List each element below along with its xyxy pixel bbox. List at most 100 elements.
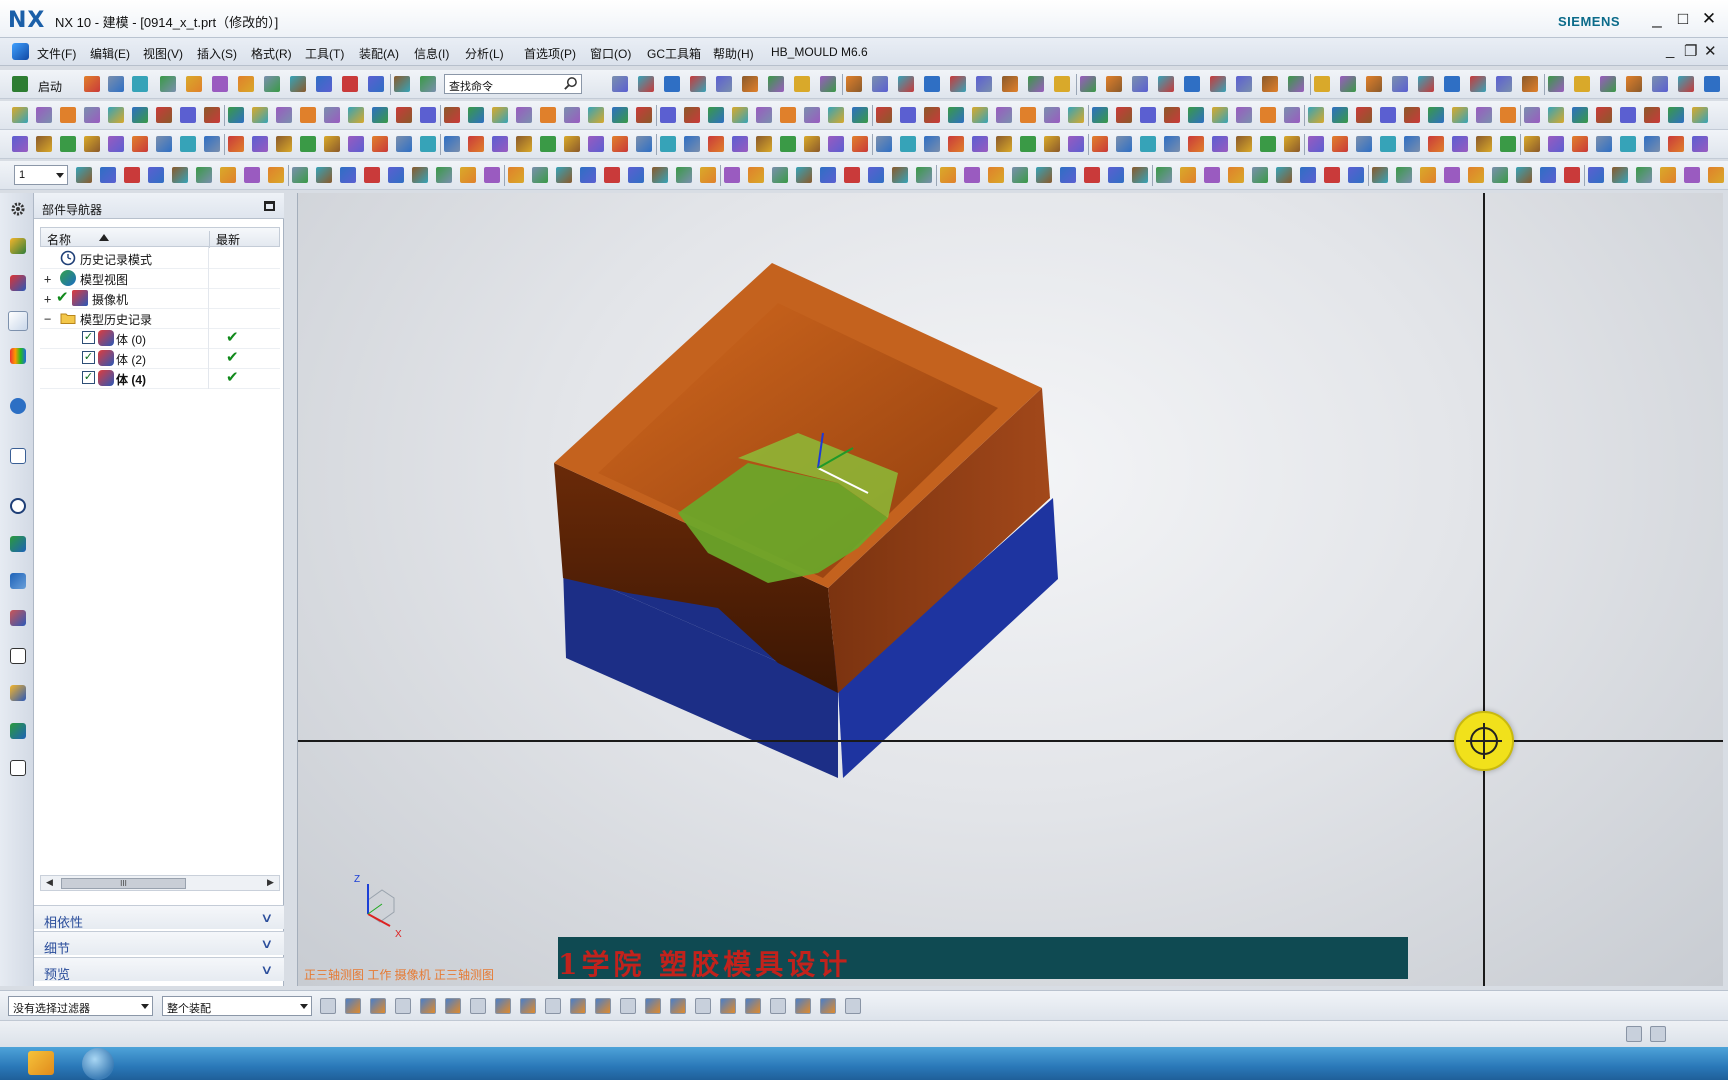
lighting-icon[interactable]	[1156, 167, 1172, 183]
sketch-icon[interactable]	[1452, 107, 1468, 123]
touch-mode-icon[interactable]	[316, 76, 332, 92]
background-icon[interactable]	[892, 167, 908, 183]
navigator-horizontal-scrollbar[interactable]: ◀ III ▶	[40, 875, 280, 891]
lighting-icon[interactable]	[868, 167, 884, 183]
body-icon[interactable]	[1476, 136, 1492, 152]
section-details[interactable]: 细节 ∨	[34, 931, 284, 956]
text-icon[interactable]	[564, 107, 580, 123]
section-view-icon[interactable]	[820, 167, 836, 183]
pad-icon[interactable]	[1158, 76, 1174, 92]
zoom-icon[interactable]	[1540, 167, 1556, 183]
background-icon[interactable]	[1180, 167, 1196, 183]
gear-icon[interactable]	[10, 201, 26, 217]
pocket-icon[interactable]	[820, 76, 836, 92]
revolve-icon[interactable]	[1366, 76, 1382, 92]
menu-information[interactable]: 信息(I)	[414, 45, 449, 62]
block-icon[interactable]	[1548, 76, 1564, 92]
zoom-icon[interactable]	[676, 167, 692, 183]
quadrant-point-icon[interactable]	[495, 998, 511, 1014]
start-button-icon[interactable]	[82, 1048, 114, 1080]
body-icon[interactable]	[1188, 136, 1204, 152]
menu-tools[interactable]: 工具(T)	[305, 45, 344, 62]
point-icon[interactable]	[132, 107, 148, 123]
extrude-icon[interactable]	[1340, 76, 1356, 92]
perspective-icon[interactable]	[508, 167, 524, 183]
doc-minimize-button[interactable]: _	[1666, 42, 1674, 59]
project-curve-icon[interactable]	[1668, 107, 1684, 123]
body-icon[interactable]	[900, 136, 916, 152]
rectangle-icon[interactable]	[396, 107, 412, 123]
datum-axis-icon[interactable]	[660, 136, 676, 152]
mid-point-icon[interactable]	[645, 998, 661, 1014]
tree-row-body-0[interactable]: ✓ 体 (0) ✔	[40, 327, 280, 349]
circle-icon[interactable]	[1524, 107, 1540, 123]
arc-icon[interactable]	[924, 107, 940, 123]
fit-icon[interactable]	[652, 167, 668, 183]
offset-curve-icon[interactable]	[492, 107, 508, 123]
line-icon[interactable]	[900, 107, 916, 123]
intersection-curve-icon[interactable]	[828, 107, 844, 123]
revolve-icon[interactable]	[1054, 76, 1070, 92]
datum-axis-icon[interactable]	[1524, 136, 1540, 152]
manual-icon[interactable]	[10, 760, 26, 776]
minimize-button[interactable]: _	[1646, 8, 1668, 30]
trim-body-icon[interactable]	[732, 136, 748, 152]
taskbar-app-icon[interactable]	[28, 1051, 54, 1075]
subtract-icon[interactable]	[1140, 136, 1156, 152]
csys-icon[interactable]	[972, 136, 988, 152]
search-icon[interactable]	[563, 76, 578, 91]
mould-tool-icon[interactable]	[872, 76, 888, 92]
datum-plane-icon[interactable]	[636, 136, 652, 152]
spline-icon[interactable]	[1020, 107, 1036, 123]
datum-axis-icon[interactable]	[84, 136, 100, 152]
datum-plane-icon[interactable]	[924, 136, 940, 152]
replace-face-icon[interactable]	[516, 136, 532, 152]
text-icon[interactable]	[852, 107, 868, 123]
cut-icon[interactable]	[160, 76, 176, 92]
sheet-icon[interactable]	[588, 136, 604, 152]
pan-icon[interactable]	[412, 167, 428, 183]
cut-icon[interactable]	[394, 76, 410, 92]
cylinder-icon[interactable]	[638, 76, 654, 92]
menu-gc-toolbox[interactable]: GC工具箱	[647, 45, 701, 62]
snap-point-icon[interactable]	[345, 998, 361, 1014]
menu-analysis[interactable]: 分析(L)	[465, 45, 504, 62]
fit-icon[interactable]	[940, 167, 956, 183]
project-curve-icon[interactable]	[516, 107, 532, 123]
point-on-curve-icon[interactable]	[545, 998, 561, 1014]
point-icon[interactable]	[1572, 107, 1588, 123]
menu-window[interactable]: 窗口(O)	[590, 45, 631, 62]
wireframe-icon[interactable]	[1348, 167, 1364, 183]
fit-icon[interactable]	[364, 167, 380, 183]
start-icon[interactable]	[12, 76, 28, 92]
layer-select[interactable]: 1	[14, 165, 68, 185]
wireframe-icon[interactable]	[1060, 167, 1076, 183]
end-point-icon[interactable]	[620, 998, 636, 1014]
snap-icon[interactable]	[340, 167, 356, 183]
constraint-navigator-icon[interactable]	[10, 275, 26, 291]
render-style-icon[interactable]	[844, 167, 860, 183]
full-screen-icon[interactable]	[1626, 1026, 1642, 1042]
type-filter-select[interactable]: 没有选择过滤器	[8, 996, 153, 1016]
perspective-icon[interactable]	[220, 167, 236, 183]
scrollbar-thumb[interactable]: III	[61, 878, 186, 889]
sheet-icon[interactable]	[12, 136, 28, 152]
shaded-icon[interactable]	[1324, 167, 1340, 183]
replace-face-icon[interactable]	[1092, 136, 1108, 152]
save-icon[interactable]	[132, 76, 148, 92]
assembly-navigator-icon[interactable]	[10, 238, 26, 254]
project-curve-icon[interactable]	[1092, 107, 1108, 123]
visibility-checkbox[interactable]: ✓	[82, 331, 95, 344]
circle-icon[interactable]	[1236, 107, 1252, 123]
intersection-curve-icon[interactable]	[540, 107, 556, 123]
tree-row-cameras[interactable]: + ✔ 摄像机	[40, 287, 280, 309]
copy-icon[interactable]	[420, 76, 436, 92]
rotate-icon[interactable]	[1300, 167, 1316, 183]
datum-plane-icon[interactable]	[1212, 136, 1228, 152]
shaded-icon[interactable]	[172, 167, 188, 183]
spline-icon[interactable]	[1308, 107, 1324, 123]
rectangle-icon[interactable]	[684, 107, 700, 123]
spline-icon[interactable]	[444, 107, 460, 123]
block-icon[interactable]	[1236, 76, 1252, 92]
datum-plane-icon[interactable]	[348, 136, 364, 152]
